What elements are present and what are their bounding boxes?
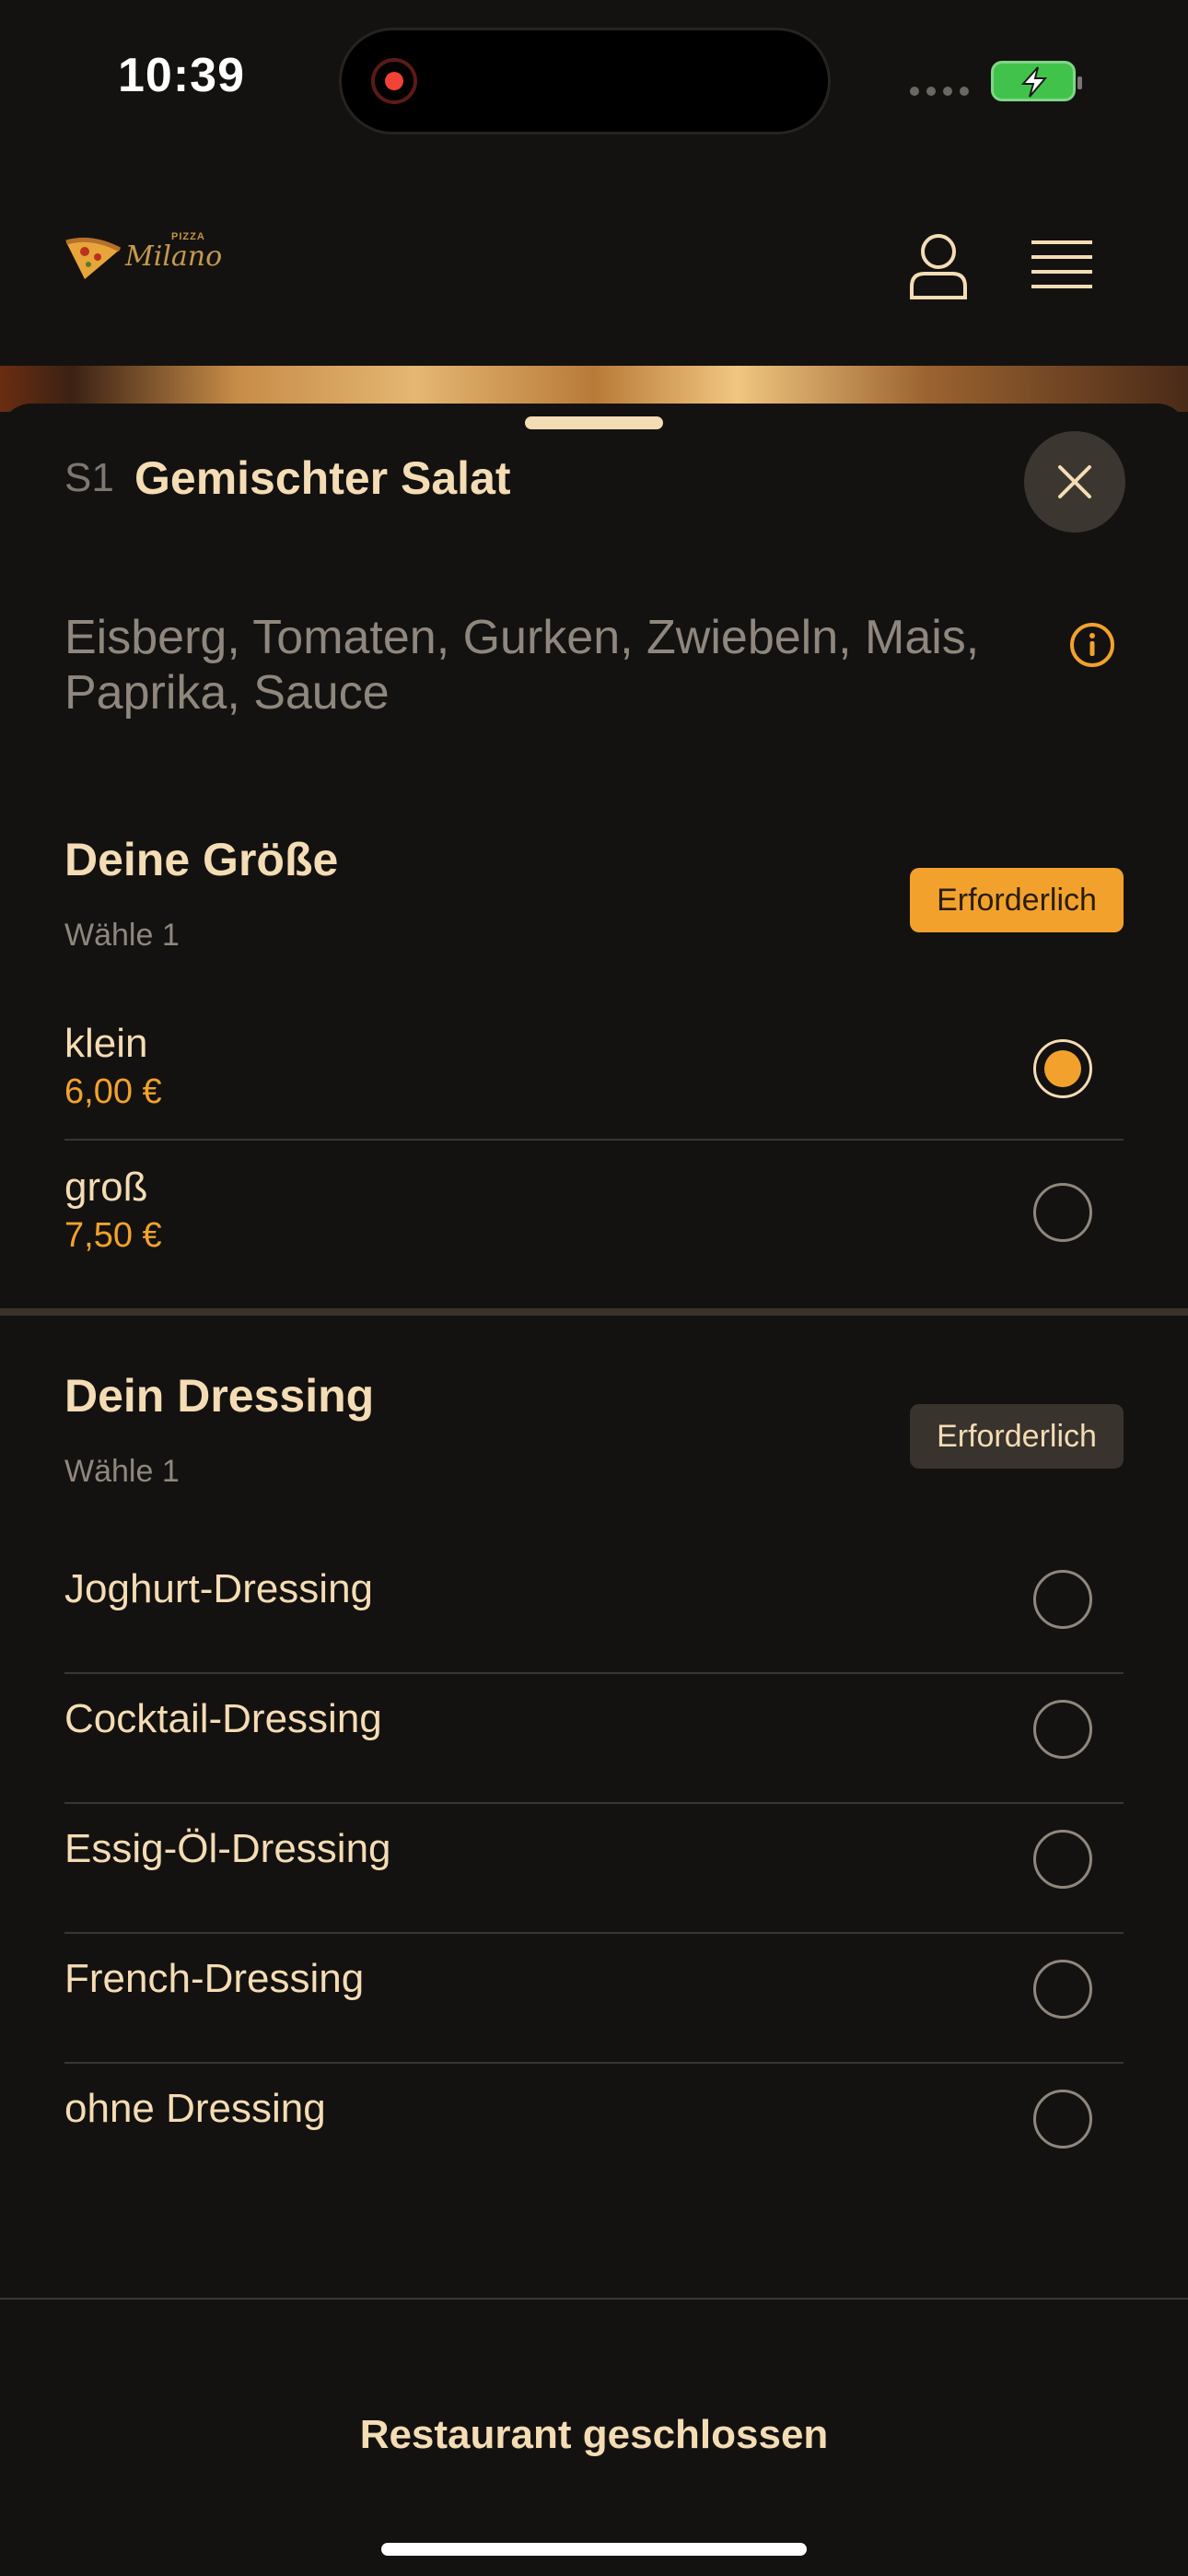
dressing-option-french[interactable]: French-Dressing bbox=[64, 1934, 1124, 2064]
size-group-title: Deine Größe bbox=[64, 834, 339, 885]
option-label: klein bbox=[64, 1021, 148, 1066]
item-title: Gemischter Salat bbox=[134, 452, 511, 504]
sheet-grabber-handle[interactable] bbox=[525, 416, 663, 429]
pizza-slice-icon bbox=[65, 237, 122, 279]
logo-main-text: Milano bbox=[125, 240, 223, 273]
dynamic-island bbox=[339, 28, 831, 135]
battery-charging-icon bbox=[991, 61, 1082, 101]
option-label: groß bbox=[64, 1165, 148, 1210]
cellular-signal-icon bbox=[910, 87, 969, 96]
radio-unselected[interactable] bbox=[1033, 1830, 1092, 1889]
dressing-required-badge: Erforderlich bbox=[910, 1404, 1124, 1469]
divider bbox=[64, 1139, 1124, 1141]
restaurant-closed-status: Restaurant geschlossen bbox=[359, 2412, 829, 2457]
size-group-subtitle: Wähle 1 bbox=[64, 918, 180, 953]
option-label: Joghurt-Dressing bbox=[64, 1566, 374, 1611]
status-time: 10:39 bbox=[118, 49, 245, 102]
option-price: 7,50 € bbox=[64, 1216, 162, 1255]
option-label: ohne Dressing bbox=[64, 2086, 326, 2131]
option-label: Essig-Öl-Dressing bbox=[64, 1826, 391, 1871]
section-separator bbox=[0, 1308, 1188, 1316]
item-description: Eisberg, Tomaten, Gurken, Zwiebeln, Mais… bbox=[64, 611, 980, 720]
size-required-badge: Erforderlich bbox=[910, 868, 1124, 932]
info-icon[interactable] bbox=[1068, 621, 1116, 669]
option-label: French-Dressing bbox=[64, 1956, 365, 2001]
user-account-icon[interactable] bbox=[908, 231, 969, 299]
status-bar: 10:39 bbox=[0, 0, 1188, 161]
option-label: Cocktail-Dressing bbox=[64, 1696, 382, 1741]
radio-unselected[interactable] bbox=[1033, 2090, 1092, 2149]
dressing-option-essig-oel[interactable]: Essig-Öl-Dressing bbox=[64, 1804, 1124, 1934]
radio-unselected[interactable] bbox=[1033, 1183, 1092, 1242]
radio-unselected[interactable] bbox=[1033, 1570, 1092, 1629]
product-options-sheet: S1 Gemischter Salat Eisberg, Tomaten, Gu… bbox=[0, 404, 1188, 2576]
item-code: S1 bbox=[64, 455, 114, 500]
app-header: PIZZA Milano bbox=[0, 161, 1188, 366]
dressing-group-title: Dein Dressing bbox=[64, 1370, 375, 1422]
dressing-option-cocktail[interactable]: Cocktail-Dressing bbox=[64, 1674, 1124, 1804]
footer-divider bbox=[0, 2298, 1188, 2300]
close-button[interactable] bbox=[1024, 431, 1125, 533]
recording-indicator-icon bbox=[371, 58, 417, 104]
size-option-klein[interactable]: klein 6,00 € bbox=[64, 1021, 1124, 1141]
dressing-option-ohne[interactable]: ohne Dressing bbox=[64, 2064, 1124, 2194]
pizza-milano-logo[interactable]: PIZZA Milano bbox=[64, 231, 222, 296]
radio-unselected[interactable] bbox=[1033, 1960, 1092, 2019]
radio-unselected[interactable] bbox=[1033, 1700, 1092, 1759]
hamburger-menu-icon[interactable] bbox=[1031, 239, 1092, 292]
dressing-option-joghurt[interactable]: Joghurt-Dressing bbox=[64, 1544, 1124, 1674]
option-price: 6,00 € bbox=[64, 1072, 162, 1111]
radio-selected[interactable] bbox=[1033, 1039, 1092, 1098]
size-option-gross[interactable]: groß 7,50 € bbox=[64, 1165, 1124, 1284]
home-indicator[interactable] bbox=[381, 2543, 807, 2556]
close-icon bbox=[1058, 465, 1091, 498]
dressing-group-subtitle: Wähle 1 bbox=[64, 1454, 180, 1489]
